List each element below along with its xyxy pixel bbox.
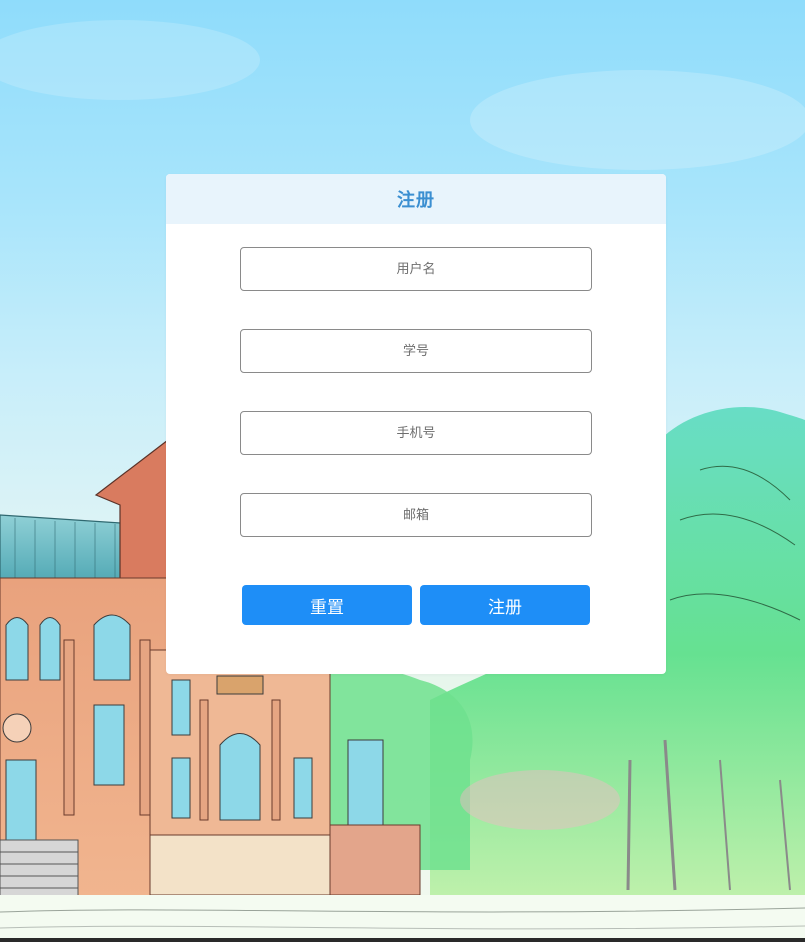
register-panel: 注册 重置 注册 (166, 174, 666, 674)
register-title: 注册 (397, 190, 435, 211)
username-input[interactable] (240, 247, 592, 291)
reset-button[interactable]: 重置 (242, 585, 412, 625)
phone-input[interactable] (240, 411, 592, 455)
email-input[interactable] (240, 493, 592, 537)
bottom-border (0, 938, 805, 942)
page-background: 注册 重置 注册 (0, 0, 805, 942)
panel-header: 注册 (166, 174, 666, 224)
register-button[interactable]: 注册 (420, 585, 590, 625)
student-id-input[interactable] (240, 329, 592, 373)
